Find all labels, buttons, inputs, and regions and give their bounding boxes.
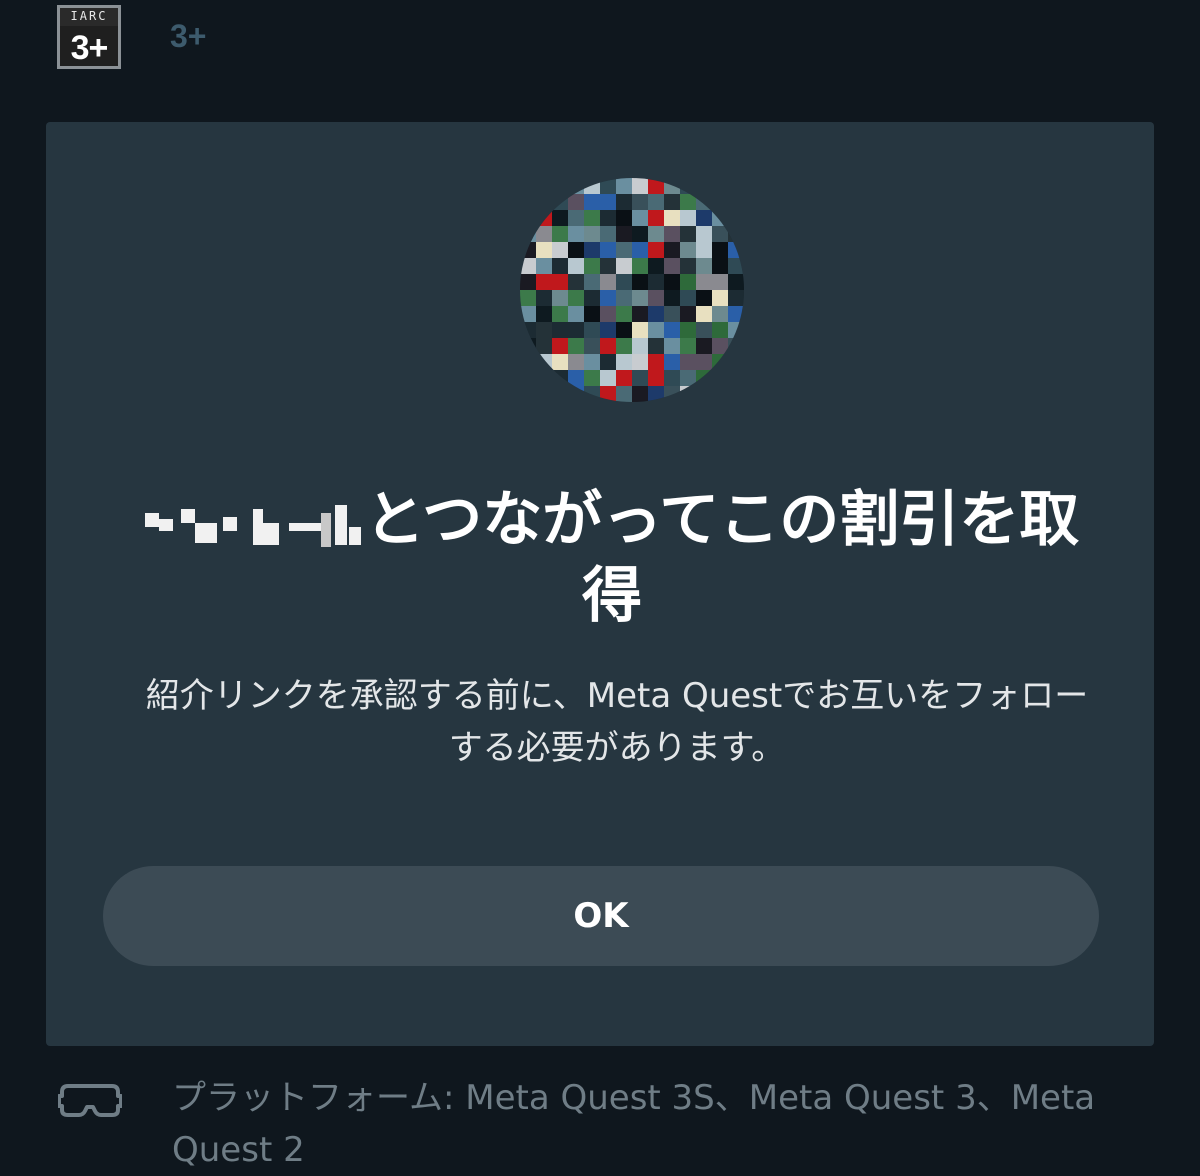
- avatar: [520, 178, 744, 402]
- redacted-username: [144, 499, 365, 548]
- ok-button[interactable]: OK: [103, 866, 1099, 966]
- platform-info: プラットフォーム: Meta Quest 3S、Meta Quest 3、Met…: [0, 1060, 1200, 1170]
- age-rating-label: 3+: [170, 18, 207, 54]
- vr-headset-icon: [58, 1084, 122, 1117]
- dialog-description: 紹介リンクを承認する前に、Meta Questでお互いをフォローする必要がありま…: [145, 676, 1089, 768]
- iarc-badge-header: IARC: [60, 8, 118, 26]
- avatar-pixelated-image: [520, 178, 744, 402]
- dialog-title: とつながってこの割引を取得: [142, 482, 1082, 634]
- platform-text: プラットフォーム: Meta Quest 3S、Meta Quest 3、Met…: [172, 1078, 1096, 1170]
- iarc-badge-value: 3+: [60, 26, 118, 66]
- referral-dialog: とつながってこの割引を取得 紹介リンクを承認する前に、Meta Questでお互…: [46, 122, 1154, 1046]
- dialog-title-text: とつながってこの割引を取得: [364, 485, 1080, 631]
- iarc-rating-badge: IARC 3+: [57, 5, 121, 69]
- top-section: IARC 3+ 3+: [0, 0, 1200, 122]
